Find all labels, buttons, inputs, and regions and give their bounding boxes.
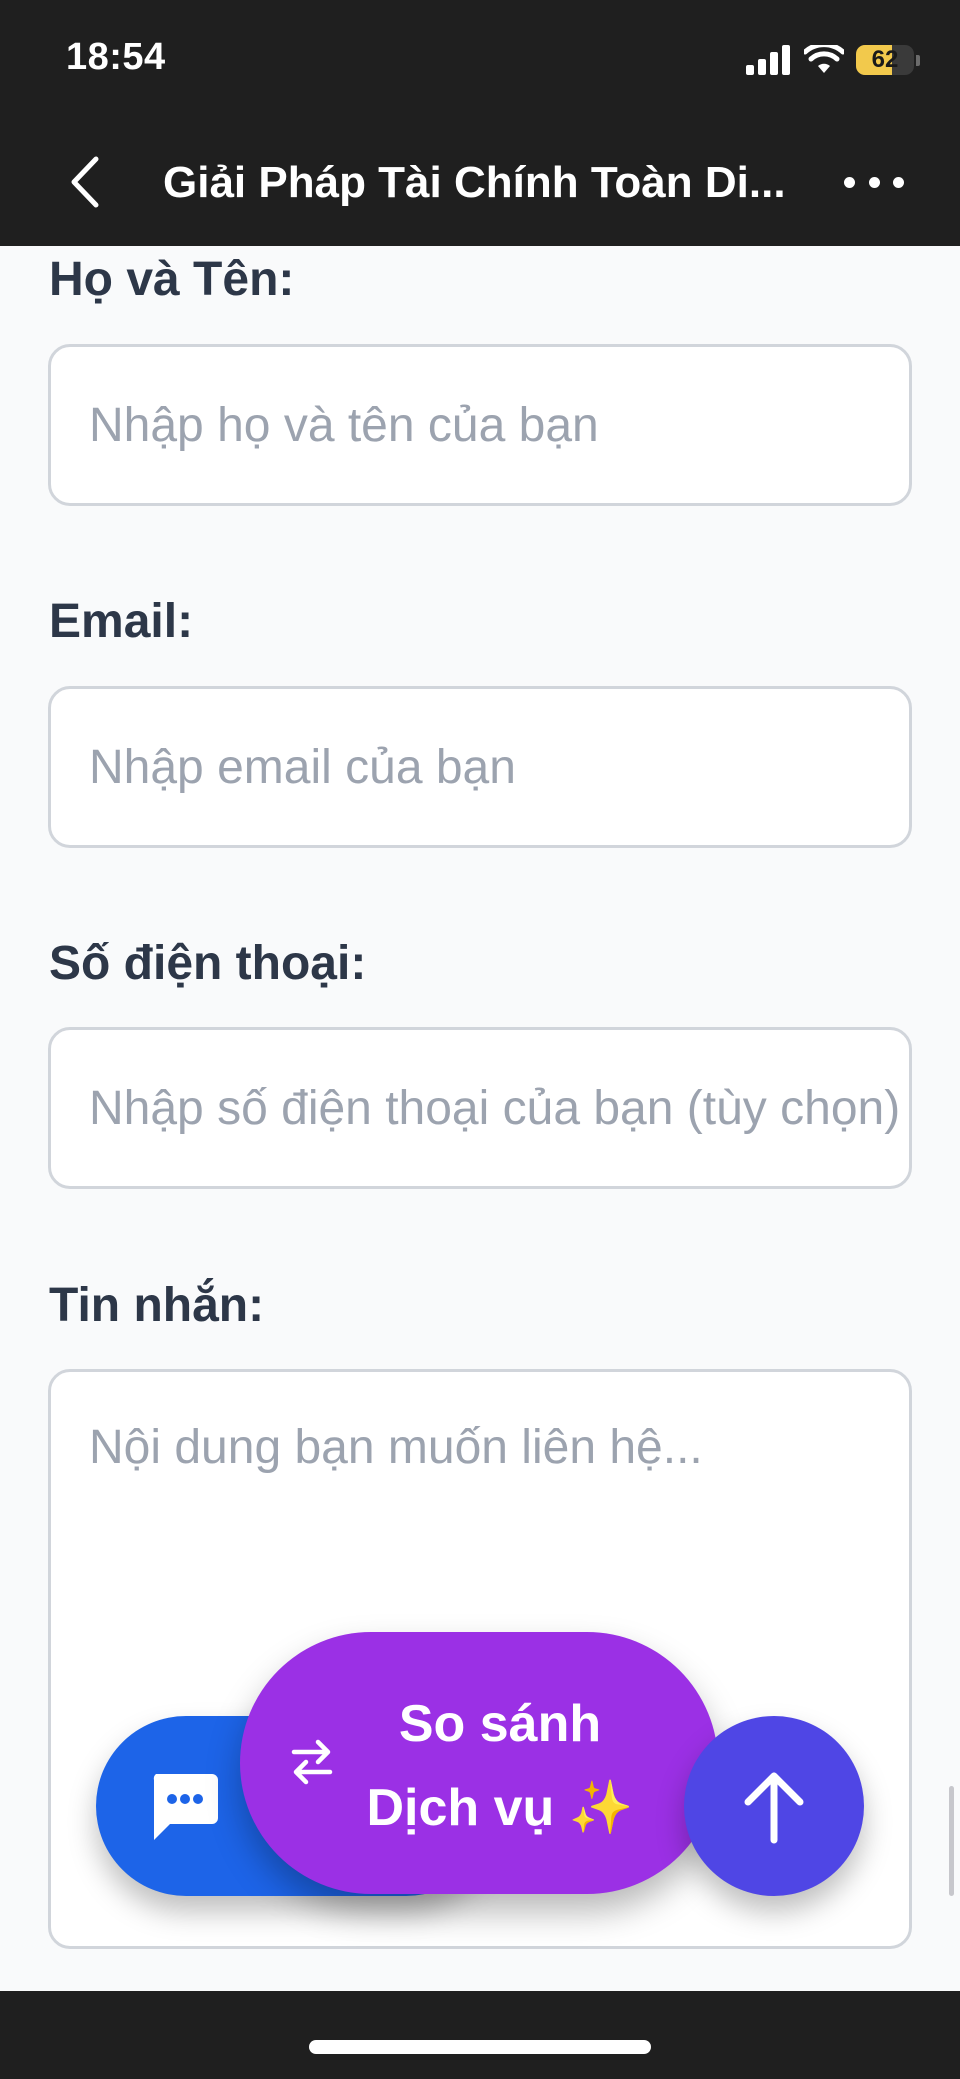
status-icons: 62 [746, 40, 920, 80]
compare-label: So sánh Dịch vụ ✨ [350, 1682, 650, 1850]
phone-label: Số điện thoại: [49, 937, 367, 990]
arrow-up-icon [744, 1772, 804, 1844]
compare-label-line1: So sánh [398, 1695, 602, 1753]
phone-placeholder: Nhập số điện thoại của bạn (tùy chọn) [89, 1081, 901, 1135]
battery-icon: 62 [856, 45, 914, 75]
email-input[interactable]: Nhập email của bạn [48, 686, 912, 848]
chat-bubble-icon [153, 1774, 218, 1840]
swap-arrows-icon [291, 1739, 333, 1785]
cellular-signal-icon [746, 45, 790, 75]
compare-label-line2: Dịch vụ ✨ [366, 1779, 634, 1837]
message-placeholder: Nội dung bạn muốn liên hệ... [89, 1421, 703, 1474]
status-time: 18:54 [66, 36, 166, 78]
page-title: Giải Pháp Tài Chính Toàn Di... [163, 158, 786, 207]
scrollbar[interactable] [949, 1786, 954, 1896]
bottom-bar [0, 1991, 960, 2079]
wifi-icon [804, 45, 844, 73]
chevron-left-icon [71, 156, 99, 208]
message-label: Tin nhắn: [49, 1279, 265, 1332]
more-dot [868, 176, 880, 188]
more-horizontal-icon [844, 176, 855, 188]
home-indicator[interactable] [309, 2040, 651, 2054]
name-label: Họ và Tên: [49, 253, 295, 306]
more-button[interactable] [844, 162, 904, 202]
name-placeholder: Nhập họ và tên của bạn [89, 398, 599, 452]
compare-services-button[interactable]: So sánh Dịch vụ ✨ [240, 1632, 718, 1894]
more-dot [893, 176, 904, 188]
battery-level: 62 [871, 46, 899, 73]
battery-tip [916, 54, 920, 66]
name-input[interactable]: Nhập họ và tên của bạn [48, 344, 912, 506]
nav-bar: Giải Pháp Tài Chính Toàn Di... [0, 118, 960, 246]
status-bar: 18:54 62 [0, 0, 960, 118]
back-button[interactable] [60, 152, 110, 212]
scroll-to-top-button[interactable] [684, 1716, 864, 1896]
email-placeholder: Nhập email của bạn [89, 740, 516, 794]
email-label: Email: [49, 595, 194, 648]
phone-input[interactable]: Nhập số điện thoại của bạn (tùy chọn) [48, 1027, 912, 1189]
